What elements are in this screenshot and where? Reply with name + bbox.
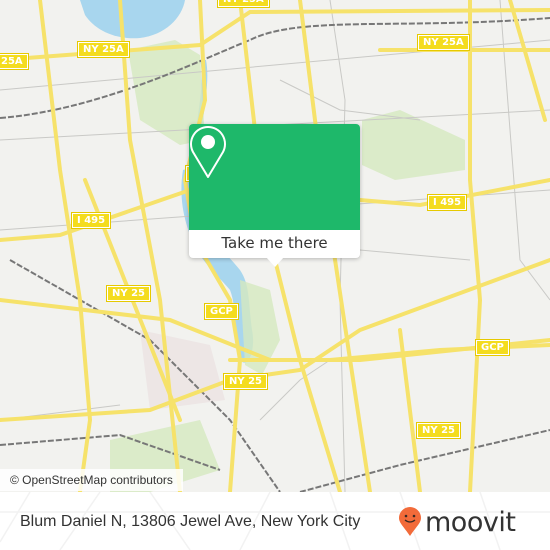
moovit-wordmark: moovit bbox=[425, 506, 516, 538]
road-shield: I 495 bbox=[70, 212, 112, 229]
road-shield: GCP bbox=[475, 339, 510, 356]
road-shield: NY 25A bbox=[217, 0, 270, 8]
popup-pointer bbox=[266, 257, 284, 267]
road-shield: 25A bbox=[0, 53, 29, 70]
road-shield: I 495 bbox=[426, 194, 468, 211]
moovit-logo[interactable]: moovit bbox=[398, 506, 516, 538]
park-east bbox=[362, 110, 465, 180]
road-shield: NY 25A bbox=[417, 34, 470, 51]
moovit-smiley-pin-icon bbox=[399, 507, 421, 536]
footer-bar: Blum Daniel N, 13806 Jewel Ave, New York… bbox=[0, 492, 550, 550]
place-title: Blum Daniel N, 13806 Jewel Ave, New York… bbox=[20, 513, 361, 530]
map-pin-icon bbox=[190, 126, 226, 178]
road-shield: GCP bbox=[204, 303, 239, 320]
lake-top bbox=[80, 0, 185, 39]
popup-header[interactable] bbox=[189, 124, 360, 230]
road-shield: NY 25 bbox=[222, 373, 269, 390]
map-canvas[interactable]: NY 25A 25A NY 25A NY 25A I 495 I 495 I 4… bbox=[0, 0, 550, 492]
map-attribution[interactable]: © OpenStreetMap contributors bbox=[0, 469, 183, 491]
take-me-there-button[interactable]: Take me there bbox=[189, 230, 360, 256]
road-shield: NY 25 bbox=[415, 422, 462, 439]
popup-card[interactable]: Take me there bbox=[189, 124, 360, 267]
road-shield: NY 25 bbox=[105, 285, 152, 302]
road-shield: NY 25A bbox=[77, 41, 130, 58]
